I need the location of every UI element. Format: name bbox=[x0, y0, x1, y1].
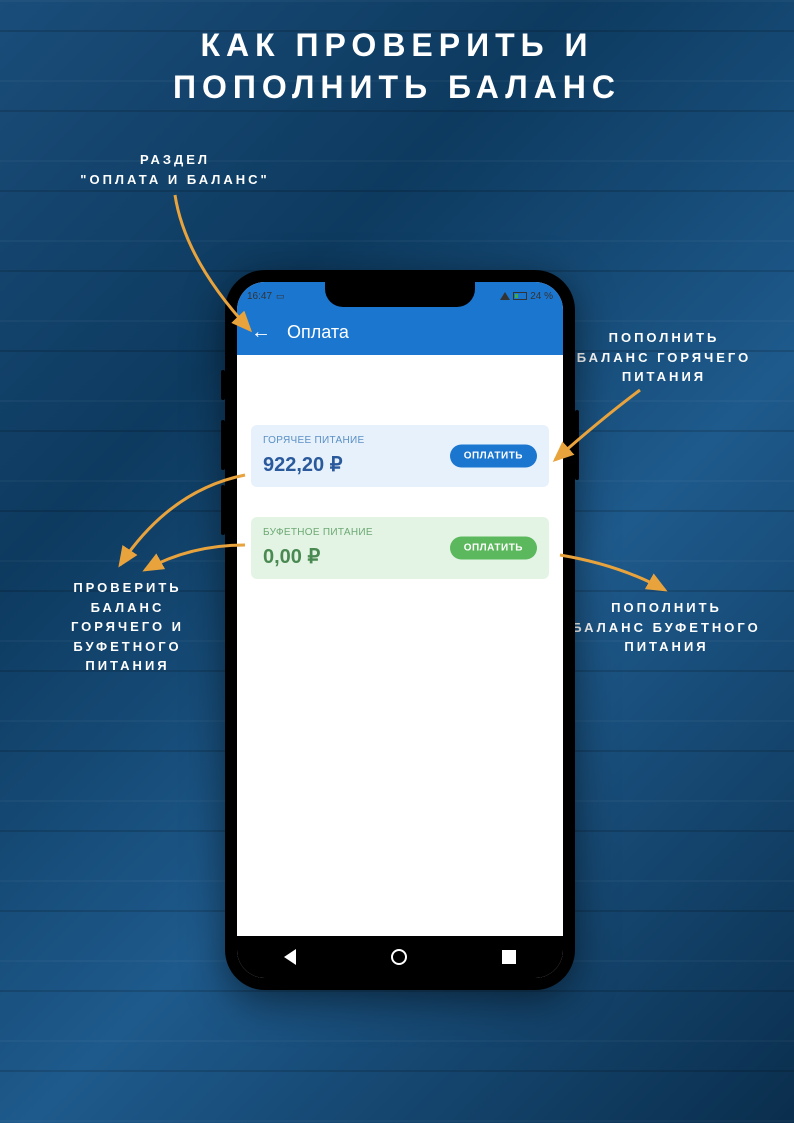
nav-home-icon[interactable] bbox=[391, 949, 407, 965]
pay-hot-button[interactable]: ОПЛАТИТЬ bbox=[450, 445, 537, 468]
back-arrow-icon[interactable]: ← bbox=[251, 321, 271, 344]
hot-meal-card: ГОРЯЧЕЕ ПИТАНИЕ 922,20 ₽ ОПЛАТИТЬ bbox=[251, 425, 549, 487]
nav-back-icon[interactable] bbox=[284, 949, 296, 965]
status-time: 16:47 bbox=[247, 291, 272, 302]
nav-recent-icon[interactable] bbox=[502, 950, 516, 964]
callout-topup-hot: ПОПОЛНИТЬ БАЛАНС ГОРЯЧЕГО ПИТАНИЯ bbox=[569, 328, 759, 387]
screen-content: ГОРЯЧЕЕ ПИТАНИЕ 922,20 ₽ ОПЛАТИТЬ БУФЕТН… bbox=[237, 355, 563, 579]
phone-button bbox=[221, 370, 225, 400]
phone-notch bbox=[325, 282, 475, 307]
battery-pct: 24 % bbox=[530, 291, 553, 302]
phone-button bbox=[575, 410, 579, 480]
pay-buffet-button[interactable]: ОПЛАТИТЬ bbox=[450, 537, 537, 560]
title-line-2: ПОПОЛНИТЬ БАЛАНС bbox=[0, 67, 794, 109]
app-bar: ← Оплата bbox=[237, 310, 563, 355]
gallery-icon: ▭ bbox=[276, 291, 285, 302]
phone-screen: 16:47 ▭ 24 % ← Оплата ГОРЯЧЕЕ ПИТАНИЕ 92… bbox=[237, 282, 563, 978]
signal-icon bbox=[500, 292, 510, 300]
buffet-meal-card: БУФЕТНОЕ ПИТАНИЕ 0,00 ₽ ОПЛАТИТЬ bbox=[251, 517, 549, 579]
appbar-title: Оплата bbox=[287, 322, 349, 343]
phone-button bbox=[221, 420, 225, 470]
page-title: КАК ПРОВЕРИТЬ И ПОПОЛНИТЬ БАЛАНС bbox=[0, 25, 794, 108]
callout-topup-buffet: ПОПОЛНИТЬ БАЛАНС БУФЕТНОГО ПИТАНИЯ bbox=[564, 598, 769, 657]
callout-section: РАЗДЕЛ "ОПЛАТА И БАЛАНС" bbox=[60, 150, 290, 189]
android-navbar bbox=[237, 936, 563, 978]
title-line-1: КАК ПРОВЕРИТЬ И bbox=[0, 25, 794, 67]
phone-button bbox=[221, 485, 225, 535]
phone-frame: 16:47 ▭ 24 % ← Оплата ГОРЯЧЕЕ ПИТАНИЕ 92… bbox=[225, 270, 575, 990]
battery-icon bbox=[513, 292, 527, 300]
callout-check-balance: ПРОВЕРИТЬ БАЛАНС ГОРЯЧЕГО И БУФЕТНОГО ПИ… bbox=[45, 578, 210, 676]
